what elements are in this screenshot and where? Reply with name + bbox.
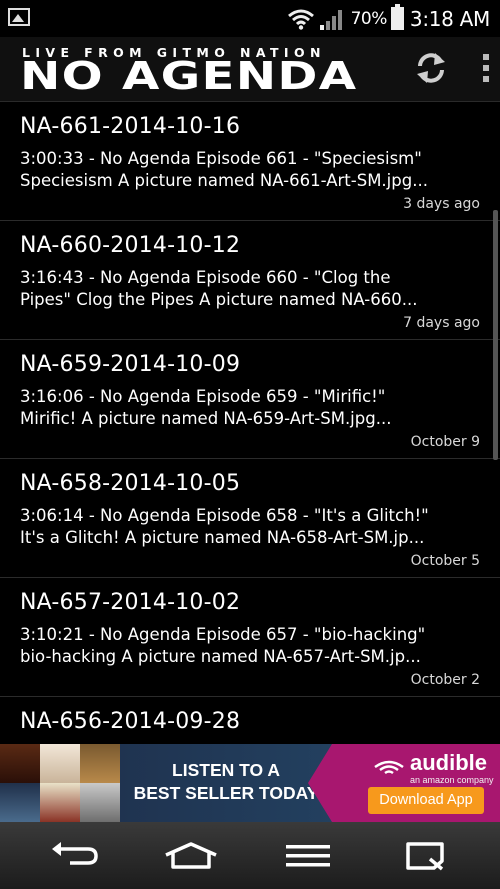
episode-date: October 2 [410,672,480,688]
episode-title: NA-659-2014-10-09 [20,352,241,377]
episode-item[interactable]: NA-657-2014-10-02 3:10:21 - No Agenda Ep… [0,578,500,697]
episode-title: NA-658-2014-10-05 [20,471,241,496]
recent-apps-button[interactable] [380,822,470,889]
episode-description: 3:00:33 - No Agenda Episode 661 - "Speci… [20,148,460,192]
recent-apps-icon [406,841,444,870]
episode-description: 3:16:43 - No Agenda Episode 660 - "Clog … [20,267,460,311]
episode-title: NA-660-2014-10-12 [20,233,241,258]
episode-item[interactable]: NA-660-2014-10-12 3:16:43 - No Agenda Ep… [0,221,500,340]
episode-description: 3:16:06 - No Agenda Episode 659 - "Mirif… [20,386,460,430]
refresh-icon[interactable] [414,50,448,86]
episode-title: NA-656-2014-09-28 [20,709,241,734]
episode-description: 3:10:21 - No Agenda Episode 657 - "bio-h… [20,624,460,668]
status-bar-right: 70% 3:18 AM [287,0,490,37]
image-notification-icon [8,8,30,26]
episode-date: 3 days ago [403,196,480,212]
episode-date: October 9 [410,434,480,450]
episode-description-line: 3:16:06 - No Agenda Episode 659 - "Mirif… [20,387,386,406]
audible-logo-icon [374,760,404,775]
episode-list[interactable]: NA-661-2014-10-16 3:00:33 - No Agenda Ep… [0,102,500,744]
episode-description-line: bio-hacking A picture named NA-657-Art-S… [20,647,421,666]
ad-banner[interactable]: LISTEN TO A BEST SELLER TODAY audible an… [0,744,500,822]
wifi-icon [287,9,314,30]
episode-date: 7 days ago [403,315,480,331]
ad-brand: audible [410,750,488,775]
back-icon [52,841,98,865]
home-button[interactable] [146,822,236,889]
episode-description-line: Pipes" Clog the Pipes A picture named NA… [20,290,418,309]
clock: 3:18 AM [409,6,490,31]
episode-item[interactable]: NA-658-2014-10-05 3:06:14 - No Agenda Ep… [0,459,500,578]
episode-title: NA-661-2014-10-16 [20,114,241,139]
episode-date: October 5 [410,553,480,569]
episode-item[interactable]: NA-661-2014-10-16 3:00:33 - No Agenda Ep… [0,102,500,221]
episode-description-line: Speciesism A picture named NA-661-Art-SM… [20,171,428,190]
ad-line-2: BEST SELLER TODAY [133,783,319,803]
ad-headline: LISTEN TO A BEST SELLER TODAY [120,744,332,822]
episode-title: NA-657-2014-10-02 [20,590,241,615]
episode-description-line: 3:06:14 - No Agenda Episode 658 - "It's … [20,506,429,525]
episode-item[interactable]: NA-659-2014-10-09 3:16:06 - No Agenda Ep… [0,340,500,459]
book-covers-image [0,744,120,822]
episode-description-line: Mirific! A picture named NA-659-Art-SM.j… [20,409,392,428]
ad-brand-panel: audible an amazon company Download App [308,744,500,822]
navigation-bar [0,822,500,889]
ad-line-1: LISTEN TO A [172,760,280,780]
status-bar: 70% 3:18 AM [0,0,500,37]
ad-brand-sub: an amazon company [410,775,494,785]
home-icon [165,841,217,869]
menu-button[interactable] [263,822,353,889]
signal-icon [319,9,342,30]
battery-icon [390,4,404,30]
back-button[interactable] [30,822,120,889]
scrollbar[interactable] [493,210,498,460]
overflow-menu-icon[interactable] [478,54,494,84]
battery-percent: 70% [350,8,388,29]
episode-item[interactable]: NA-656-2014-09-28 [0,697,500,744]
episode-description-line: 3:00:33 - No Agenda Episode 661 - "Speci… [20,149,422,168]
menu-icon [286,844,330,866]
download-app-button[interactable]: Download App [368,787,484,814]
episode-description: 3:06:14 - No Agenda Episode 658 - "It's … [20,505,460,549]
app-logo: NO AGENDA [20,54,358,98]
episode-description-line: It's a Glitch! A picture named NA-658-Ar… [20,528,425,547]
episode-description-line: 3:16:43 - No Agenda Episode 660 - "Clog … [20,268,391,287]
episode-description-line: 3:10:21 - No Agenda Episode 657 - "bio-h… [20,625,426,644]
